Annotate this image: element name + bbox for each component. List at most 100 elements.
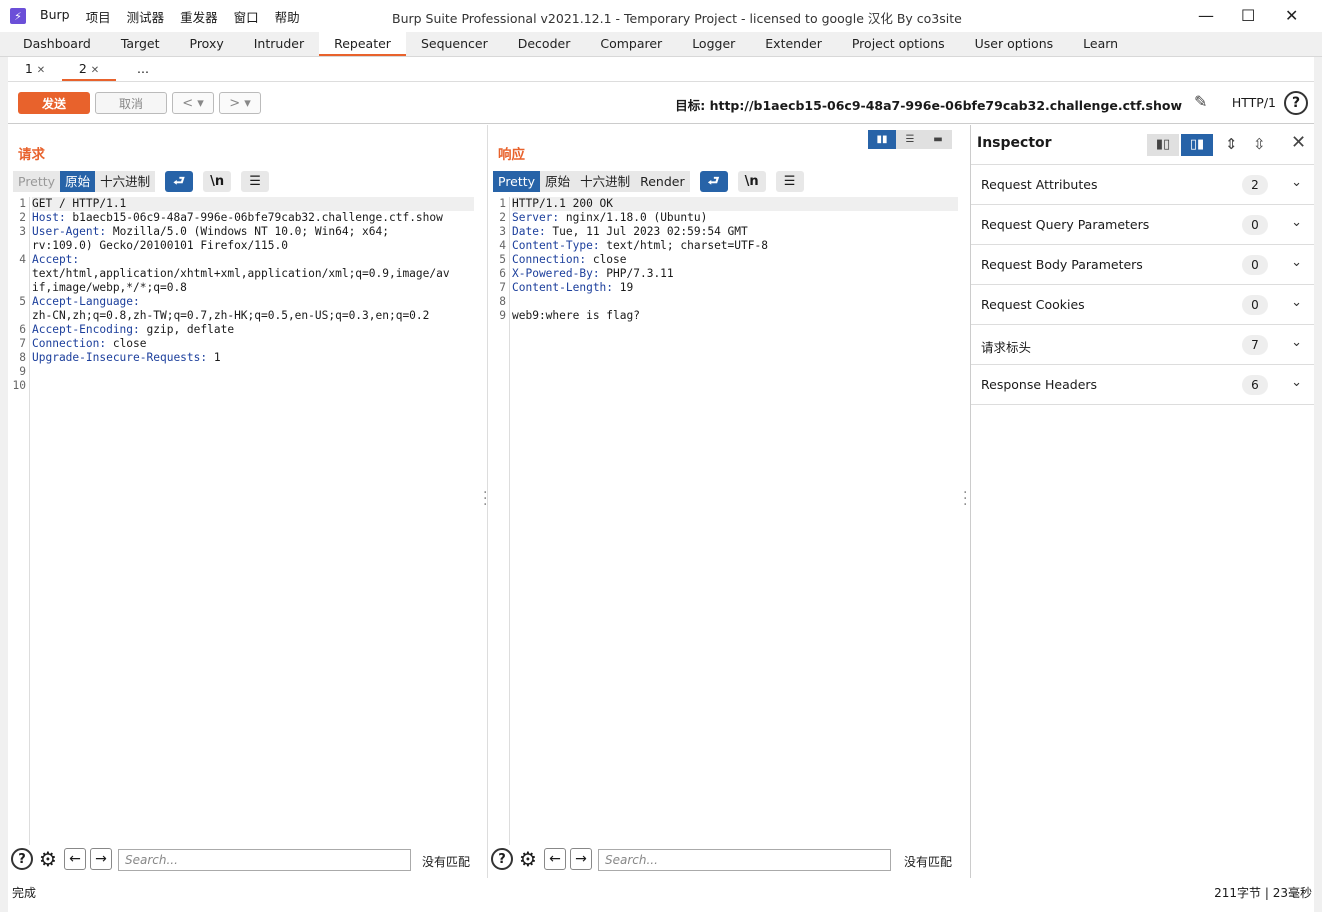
chevron-down-icon[interactable]: ⌄: [1291, 255, 1302, 270]
chevron-down-icon[interactable]: ⌄: [1291, 215, 1302, 230]
response-view-hex[interactable]: 十六进制: [575, 171, 636, 192]
code-line[interactable]: Connection: close: [32, 337, 474, 351]
send-button[interactable]: 发送: [18, 92, 90, 114]
code-line[interactable]: Server: nginx/1.18.0 (Ubuntu): [512, 211, 958, 225]
code-line[interactable]: Accept:: [32, 253, 474, 267]
code-line[interactable]: [32, 379, 474, 393]
menu-intruder[interactable]: 测试器: [127, 7, 165, 26]
code-line[interactable]: Content-Length: 19: [512, 281, 958, 295]
layout-stacked-icon[interactable]: ☰: [896, 130, 924, 149]
help-icon[interactable]: ?: [1284, 91, 1308, 115]
pencil-icon[interactable]: ✎: [1194, 92, 1214, 112]
code-line[interactable]: [32, 365, 474, 379]
code-line[interactable]: GET / HTTP/1.1: [32, 197, 474, 211]
code-line[interactable]: if,image/webp,*/*;q=0.8: [32, 281, 474, 295]
subtab-more[interactable]: ...: [116, 57, 170, 81]
code-line[interactable]: Connection: close: [512, 253, 958, 267]
request-search-input[interactable]: Search...: [118, 849, 411, 871]
code-line[interactable]: Host: b1aecb15-06c9-48a7-996e-06bfe79cab…: [32, 211, 474, 225]
gear-icon[interactable]: ⚙: [517, 847, 539, 871]
menu-repeater[interactable]: 重发器: [180, 7, 218, 26]
request-view-pretty[interactable]: Pretty: [13, 171, 61, 192]
code-line[interactable]: Content-Type: text/html; charset=UTF-8: [512, 239, 958, 253]
tab-comparer[interactable]: Comparer: [585, 32, 677, 56]
inspector-section-body-params[interactable]: Request Body Parameters 0 ⌄: [971, 245, 1314, 285]
prev-match-button[interactable]: ←: [64, 848, 86, 870]
chevron-down-icon[interactable]: ⌄: [1291, 375, 1302, 390]
newline-icon[interactable]: \n: [203, 171, 232, 192]
tab-proxy[interactable]: Proxy: [175, 32, 239, 56]
code-line[interactable]: Accept-Language:: [32, 295, 474, 309]
wrap-lines-icon[interactable]: ⮐: [165, 171, 194, 192]
code-line[interactable]: Accept-Encoding: gzip, deflate: [32, 323, 474, 337]
chevron-down-icon[interactable]: ⌄: [1291, 295, 1302, 310]
tab-logger[interactable]: Logger: [677, 32, 750, 56]
menu-burp[interactable]: Burp: [40, 7, 70, 26]
tab-sequencer[interactable]: Sequencer: [406, 32, 503, 56]
chevron-down-icon[interactable]: ⌄: [1291, 175, 1302, 190]
tab-extender[interactable]: Extender: [750, 32, 837, 56]
menu-icon[interactable]: ☰: [775, 171, 804, 192]
request-code[interactable]: GET / HTTP/1.1 Host: b1aecb15-06c9-48a7-9…: [32, 197, 474, 393]
menu-icon[interactable]: ☰: [241, 171, 270, 192]
close-tab-icon[interactable]: ✕: [91, 65, 99, 76]
next-match-button[interactable]: →: [570, 848, 592, 870]
newline-icon[interactable]: \n: [737, 171, 766, 192]
maximize-icon[interactable]: ☐: [1241, 6, 1255, 25]
tab-decoder[interactable]: Decoder: [503, 32, 586, 56]
layout-tabs-icon[interactable]: ▬: [924, 130, 952, 149]
request-editor[interactable]: 1 2 3 4 5 6 7 8 9 10 GET / HTTP/1.1 Host: b1aecb15…: [8, 197, 484, 845]
tab-user-options[interactable]: User options: [960, 32, 1069, 56]
response-view-render[interactable]: Render: [635, 171, 690, 192]
tab-learn[interactable]: Learn: [1068, 32, 1133, 56]
minimize-icon[interactable]: —: [1198, 6, 1214, 25]
inspector-section-query-params[interactable]: Request Query Parameters 0 ⌄: [971, 205, 1314, 245]
tab-repeater[interactable]: Repeater: [319, 32, 406, 56]
cancel-button[interactable]: 取消: [95, 92, 167, 114]
tab-project-options[interactable]: Project options: [837, 32, 960, 56]
menu-window[interactable]: 窗口: [234, 7, 259, 26]
expand-all-icon[interactable]: ⇕: [1225, 135, 1238, 153]
inspector-section-cookies[interactable]: Request Cookies 0 ⌄: [971, 285, 1314, 325]
gear-icon[interactable]: ⚙: [37, 847, 59, 871]
code-line[interactable]: zh-CN,zh;q=0.8,zh-TW;q=0.7,zh-HK;q=0.5,e…: [32, 309, 474, 323]
tab-dashboard[interactable]: Dashboard: [8, 32, 106, 56]
close-icon[interactable]: ✕: [1291, 132, 1306, 153]
subtab-2[interactable]: 2 ✕: [62, 57, 116, 81]
subtab-1[interactable]: 1 ✕: [8, 57, 62, 81]
response-search-input[interactable]: Search...: [598, 849, 891, 871]
response-view-pretty[interactable]: Pretty: [493, 171, 541, 192]
forward-button[interactable]: > ▾: [219, 92, 261, 114]
close-window-icon[interactable]: ✕: [1285, 6, 1298, 25]
code-line[interactable]: Upgrade-Insecure-Requests: 1: [32, 351, 474, 365]
inspector-section-request-headers[interactable]: 请求标头 7 ⌄: [971, 325, 1314, 365]
code-line[interactable]: [512, 295, 958, 309]
next-match-button[interactable]: →: [90, 848, 112, 870]
response-view-raw[interactable]: 原始: [540, 171, 576, 192]
inspector-section-response-headers[interactable]: Response Headers 6 ⌄: [971, 365, 1314, 405]
help-icon[interactable]: ?: [11, 848, 33, 870]
help-icon[interactable]: ?: [491, 848, 513, 870]
collapse-all-icon[interactable]: ⇳: [1253, 135, 1266, 153]
close-tab-icon[interactable]: ✕: [37, 65, 45, 76]
code-line[interactable]: User-Agent: Mozilla/5.0 (Windows NT 10.0…: [32, 225, 474, 239]
pane-splitter[interactable]: · · ·: [963, 486, 967, 512]
back-button[interactable]: < ▾: [172, 92, 214, 114]
code-line[interactable]: HTTP/1.1 200 OK: [512, 197, 958, 211]
prev-match-button[interactable]: ←: [544, 848, 566, 870]
response-editor[interactable]: 123456789 HTTP/1.1 200 OK Server: nginx/1…: [488, 197, 968, 845]
layout-side-by-side-icon[interactable]: ▮▮: [868, 130, 896, 149]
code-line[interactable]: X-Powered-By: PHP/7.3.11: [512, 267, 958, 281]
menu-help[interactable]: 帮助: [275, 7, 300, 26]
inspector-section-request-attributes[interactable]: Request Attributes 2 ⌄: [971, 165, 1314, 205]
tab-target[interactable]: Target: [106, 32, 175, 56]
inspector-dock-left-icon[interactable]: ▮▯: [1147, 134, 1179, 156]
code-line[interactable]: rv:109.0) Gecko/20100101 Firefox/115.0: [32, 239, 474, 253]
request-view-hex[interactable]: 十六进制: [95, 171, 156, 192]
chevron-down-icon[interactable]: ⌄: [1291, 335, 1302, 350]
http-version[interactable]: HTTP/1: [1232, 95, 1276, 110]
response-code[interactable]: HTTP/1.1 200 OK Server: nginx/1.18.0 (Ubu…: [512, 197, 958, 323]
wrap-lines-icon[interactable]: ⮐: [699, 171, 728, 192]
menu-project[interactable]: 项目: [86, 7, 111, 26]
tab-intruder[interactable]: Intruder: [239, 32, 319, 56]
